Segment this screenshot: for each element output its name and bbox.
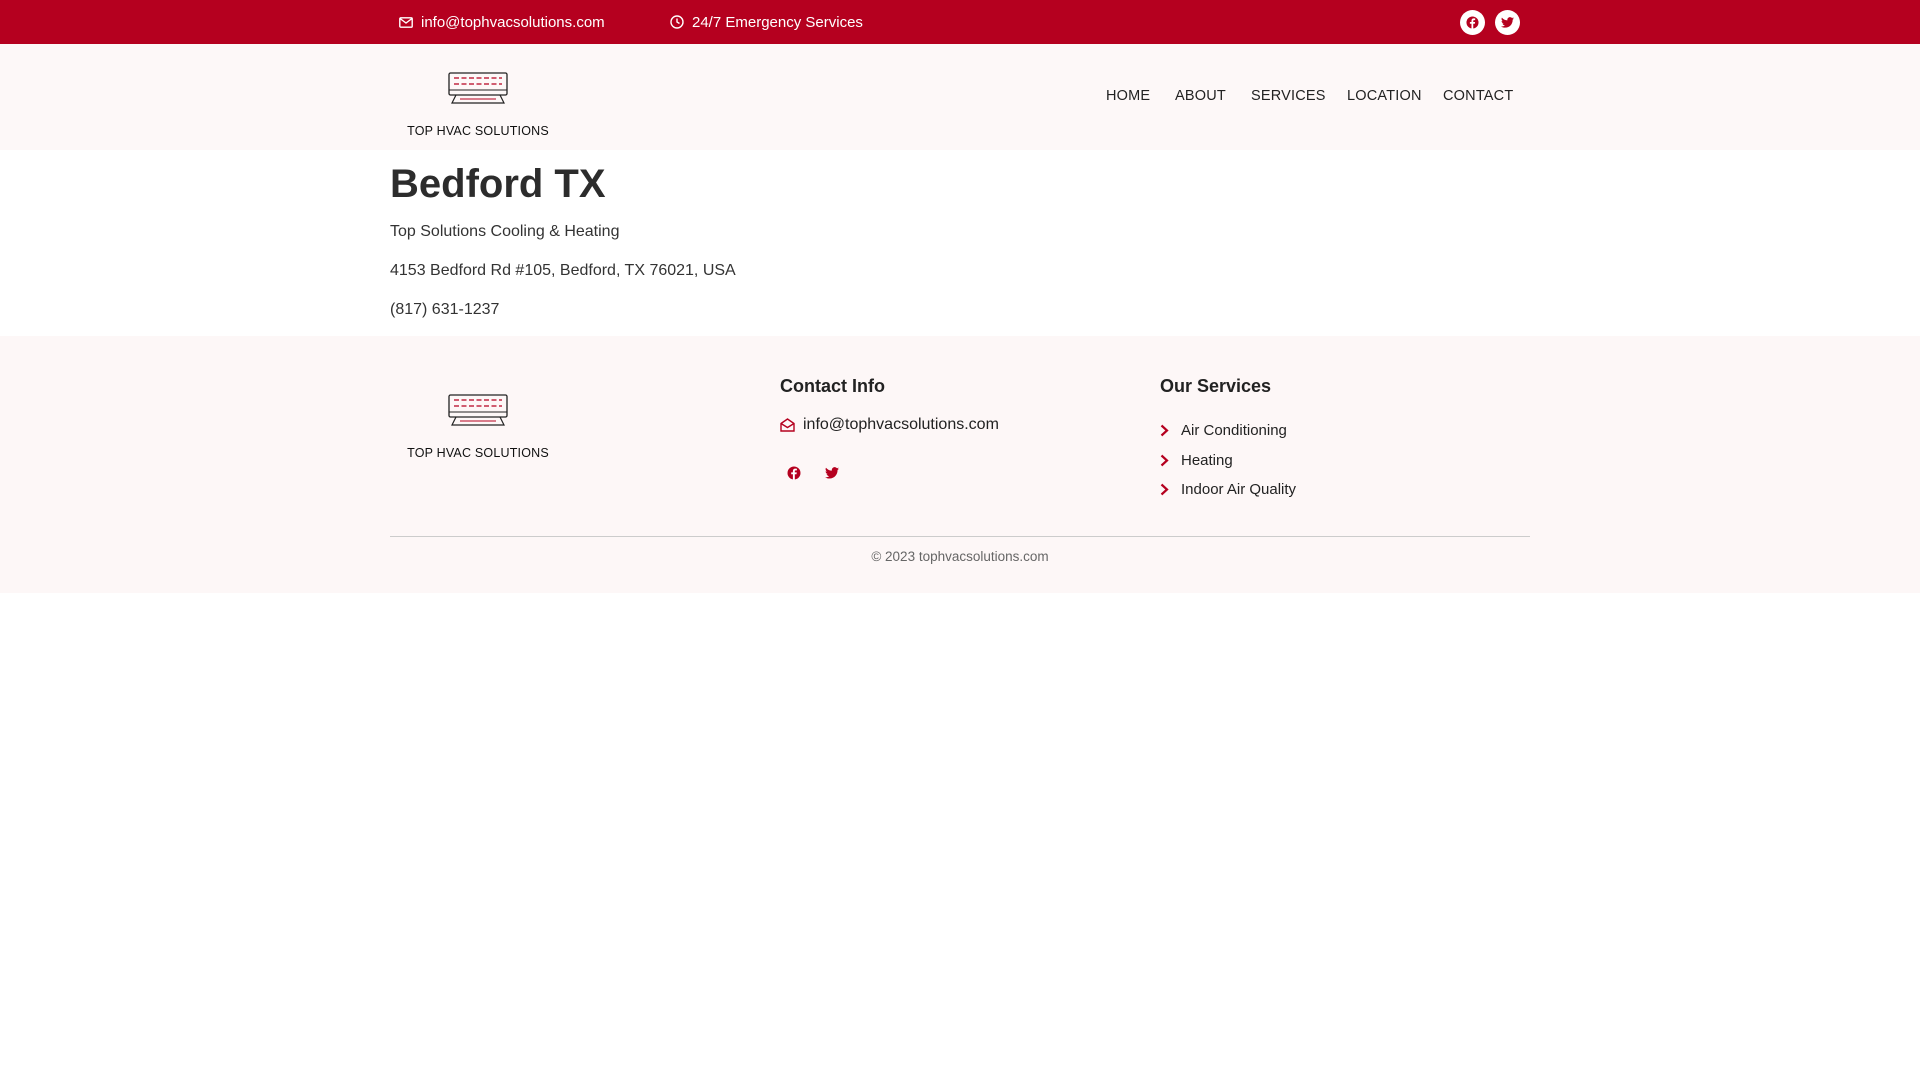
envelope-icon — [399, 16, 413, 28]
footer-logo[interactable]: TOP HVAC SOLUTIONS — [399, 394, 569, 464]
topbar-email[interactable]: info@tophvacsolutions.com — [399, 0, 605, 44]
footer-logo-text: TOP HVAC SOLUTIONS — [407, 446, 549, 460]
service-label: Heating — [1181, 451, 1233, 469]
twitter-icon — [1501, 17, 1514, 28]
topbar-email-text: info@tophvacsolutions.com — [421, 13, 605, 31]
site-footer: TOP HVAC SOLUTIONS Contact Info info@top… — [0, 336, 1920, 593]
our-services-heading: Our Services — [1160, 376, 1272, 396]
chevron-right-icon — [1160, 454, 1169, 467]
service-label: Indoor Air Quality — [1181, 481, 1297, 499]
clock-icon — [670, 15, 684, 29]
service-air-conditioning[interactable]: Air Conditioning — [1160, 416, 1296, 446]
business-address: 4153 Bedford Rd #105, Bedford, TX 76021,… — [390, 262, 736, 279]
service-label: Air Conditioning — [1181, 422, 1287, 440]
facebook-link[interactable] — [1460, 10, 1485, 35]
footer-twitter-link[interactable] — [817, 458, 847, 488]
business-name: Top Solutions Cooling & Heating — [390, 223, 620, 240]
facebook-icon — [1466, 16, 1479, 29]
business-phone: (817) 631-1237 — [390, 301, 500, 318]
footer-facebook-link[interactable] — [779, 458, 809, 488]
nav-about[interactable]: ABOUT — [1175, 44, 1226, 150]
nav-location[interactable]: LOCATION — [1347, 44, 1422, 150]
chevron-right-icon — [1160, 424, 1169, 437]
nav-services[interactable]: SERVICES — [1251, 44, 1326, 150]
copyright-text: © 2023 tophvacsolutions.com — [871, 549, 1049, 564]
chevron-right-icon — [1160, 483, 1169, 496]
footer-divider — [390, 536, 1530, 537]
twitter-link[interactable] — [1495, 10, 1520, 35]
top-bar: info@tophvacsolutions.com 24/7 Emergency… — [0, 0, 1920, 44]
nav-home[interactable]: HOME — [1106, 44, 1150, 150]
topbar-emergency: 24/7 Emergency Services — [670, 0, 863, 44]
topbar-emergency-text: 24/7 Emergency Services — [692, 13, 863, 31]
main-nav: HOME ABOUT SERVICES LOCATION CONTACT — [0, 44, 1920, 150]
service-heating[interactable]: Heating — [1160, 446, 1296, 476]
contact-info-heading: Contact Info — [780, 376, 885, 396]
nav-contact[interactable]: CONTACT — [1443, 44, 1513, 150]
envelope-open-icon — [780, 418, 795, 432]
facebook-icon — [787, 466, 801, 480]
service-indoor-air-quality[interactable]: Indoor Air Quality — [1160, 475, 1296, 505]
footer-email-text: info@tophvacsolutions.com — [803, 416, 999, 433]
page-title: Bedford TX — [390, 162, 606, 206]
services-list: Air Conditioning Heating Indoor Air Qual… — [1160, 416, 1296, 505]
air-conditioner-icon — [448, 394, 508, 426]
footer-email-link[interactable]: info@tophvacsolutions.com — [780, 416, 999, 434]
twitter-icon — [825, 467, 839, 479]
